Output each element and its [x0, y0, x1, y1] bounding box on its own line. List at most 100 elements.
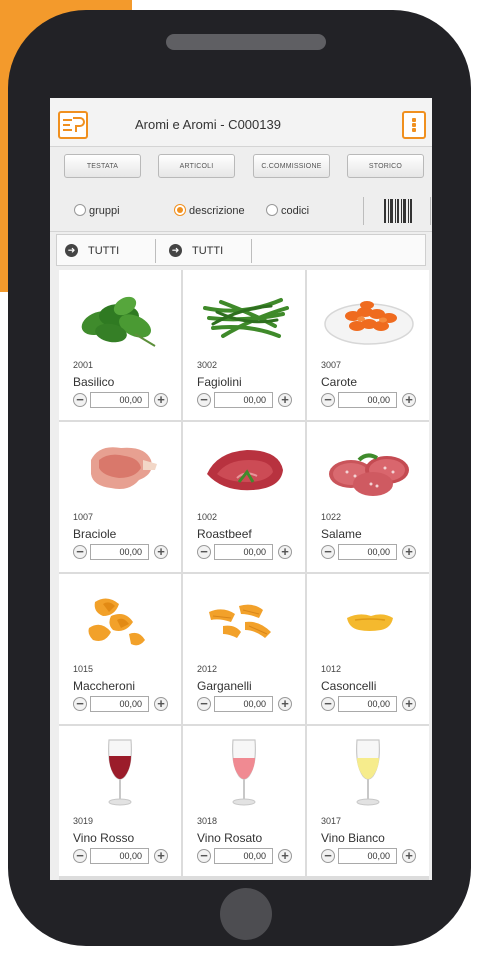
quantity-input[interactable]: 00,00 [90, 544, 149, 560]
app-header: Aromi e Aromi - C000139 [50, 98, 432, 147]
plus-button[interactable]: + [402, 545, 416, 559]
barcode-icon[interactable] [384, 199, 412, 223]
search-mode-filter: gruppi descrizione codici [50, 191, 432, 232]
plus-button[interactable]: + [402, 697, 416, 711]
minus-button[interactable]: − [73, 545, 87, 559]
plus-button[interactable]: + [278, 697, 292, 711]
phone-home-button[interactable] [220, 888, 272, 940]
product-grid: 2001 Basilico − 00,00 + 3002 Fagiolini −… [59, 270, 429, 880]
tab-articoli[interactable]: ARTICOLI [158, 154, 235, 178]
product-name: Salame [321, 527, 362, 541]
product-name: Carote [321, 375, 358, 389]
product-code: 3018 [197, 816, 218, 826]
quantity-input[interactable]: 00,00 [338, 848, 397, 864]
product-code: 2001 [73, 360, 94, 370]
minus-button[interactable]: − [197, 697, 211, 711]
plus-button[interactable]: + [402, 849, 416, 863]
quantity-input[interactable]: 00,00 [214, 392, 273, 408]
product-card[interactable]: 3007 Carote − 00,00 + [307, 270, 429, 420]
quantity-input[interactable]: 00,00 [338, 696, 397, 712]
tab-commissione[interactable]: C.COMMISSIONE [253, 154, 330, 178]
quantity-stepper: − 00,00 + [321, 848, 416, 864]
tab-testata[interactable]: TESTATA [64, 154, 141, 178]
product-name: Maccheroni [73, 679, 136, 693]
phone-frame: Aromi e Aromi - C000139 TESTATA ARTICOLI… [8, 10, 471, 946]
quantity-input[interactable]: 00,00 [338, 392, 397, 408]
product-code: 1015 [73, 664, 94, 674]
tab-storico[interactable]: STORICO [347, 154, 424, 178]
minus-button[interactable]: − [321, 393, 335, 407]
plus-button[interactable]: + [154, 697, 168, 711]
plus-button[interactable]: + [154, 545, 168, 559]
quantity-input[interactable]: 00,00 [214, 696, 273, 712]
quantity-stepper: − 00,00 + [73, 544, 168, 560]
quantity-input[interactable]: 00,00 [90, 696, 149, 712]
radio-label: codici [281, 205, 310, 217]
radio-circle-icon [266, 204, 278, 217]
plus-button[interactable]: + [154, 393, 168, 407]
white-wine-glass-image [356, 739, 380, 806]
kebab-menu-icon [412, 118, 416, 132]
product-card[interactable]: 2001 Basilico − 00,00 + [59, 270, 181, 420]
product-card[interactable]: 3018 Vino Rosato − 00,00 + [183, 726, 305, 876]
radio-gruppi[interactable]: gruppi [74, 203, 120, 219]
minus-button[interactable]: − [197, 393, 211, 407]
plus-button[interactable]: + [278, 849, 292, 863]
carrots-image [324, 301, 414, 345]
plus-button[interactable]: + [154, 849, 168, 863]
quantity-stepper: − 00,00 + [73, 696, 168, 712]
quantity-input[interactable]: 00,00 [338, 544, 397, 560]
quantity-input[interactable]: 00,00 [90, 848, 149, 864]
menu-button[interactable] [402, 111, 426, 139]
minus-button[interactable]: − [197, 545, 211, 559]
green-beans-image [203, 298, 289, 338]
minus-button[interactable]: − [197, 849, 211, 863]
product-card[interactable]: 1007 Braciole − 00,00 + [59, 422, 181, 572]
minus-button[interactable]: − [73, 849, 87, 863]
product-code: 3007 [321, 360, 342, 370]
product-code: 3019 [73, 816, 94, 826]
subgroup-selector[interactable]: ➜ TUTTI [169, 241, 223, 261]
product-card[interactable]: 1022 Salame − 00,00 + [307, 422, 429, 572]
tab-bar: TESTATA ARTICOLI C.COMMISSIONE STORICO [50, 148, 432, 190]
page-title: Aromi e Aromi - C000139 [135, 117, 281, 132]
product-name: Vino Bianco [321, 831, 385, 845]
plus-button[interactable]: + [402, 393, 416, 407]
phone-speaker [166, 34, 326, 50]
subgroup-selector-label: TUTTI [192, 245, 224, 257]
product-card[interactable]: 1012 Casoncelli − 00,00 + [307, 574, 429, 724]
product-card[interactable]: 1002 Roastbeef − 00,00 + [183, 422, 305, 572]
product-card[interactable]: 3019 Vino Rosso − 00,00 + [59, 726, 181, 876]
divider [363, 197, 364, 225]
casoncelli-image [347, 614, 393, 631]
app-logo-button[interactable] [58, 111, 88, 139]
radio-codici[interactable]: codici [266, 203, 309, 219]
product-card[interactable]: 3002 Fagiolini − 00,00 + [183, 270, 305, 420]
product-card[interactable]: 3017 Vino Bianco − 00,00 + [307, 726, 429, 876]
radio-descrizione[interactable]: descrizione [174, 203, 245, 219]
plus-button[interactable]: + [278, 393, 292, 407]
product-code: 3017 [321, 816, 342, 826]
product-card[interactable]: 2012 Garganelli − 00,00 + [183, 574, 305, 724]
group-selector[interactable]: ➜ TUTTI [65, 241, 119, 261]
quantity-input[interactable]: 00,00 [90, 392, 149, 408]
product-code: 1007 [73, 512, 94, 522]
minus-button[interactable]: − [321, 697, 335, 711]
product-name: Roastbeef [197, 527, 252, 541]
quantity-input[interactable]: 00,00 [214, 848, 273, 864]
product-name: Fagiolini [197, 375, 242, 389]
product-card[interactable]: 1015 Maccheroni − 00,00 + [59, 574, 181, 724]
radio-circle-icon [74, 204, 86, 217]
quantity-stepper: − 00,00 + [197, 848, 292, 864]
minus-button[interactable]: − [73, 393, 87, 407]
minus-button[interactable]: − [321, 849, 335, 863]
quantity-stepper: − 00,00 + [197, 392, 292, 408]
minus-button[interactable]: − [321, 545, 335, 559]
plus-button[interactable]: + [278, 545, 292, 559]
radio-selected-icon [174, 204, 186, 217]
quantity-input[interactable]: 00,00 [214, 544, 273, 560]
quantity-stepper: − 00,00 + [73, 848, 168, 864]
minus-button[interactable]: − [73, 697, 87, 711]
quantity-stepper: − 00,00 + [321, 392, 416, 408]
app-screen: Aromi e Aromi - C000139 TESTATA ARTICOLI… [50, 98, 432, 880]
